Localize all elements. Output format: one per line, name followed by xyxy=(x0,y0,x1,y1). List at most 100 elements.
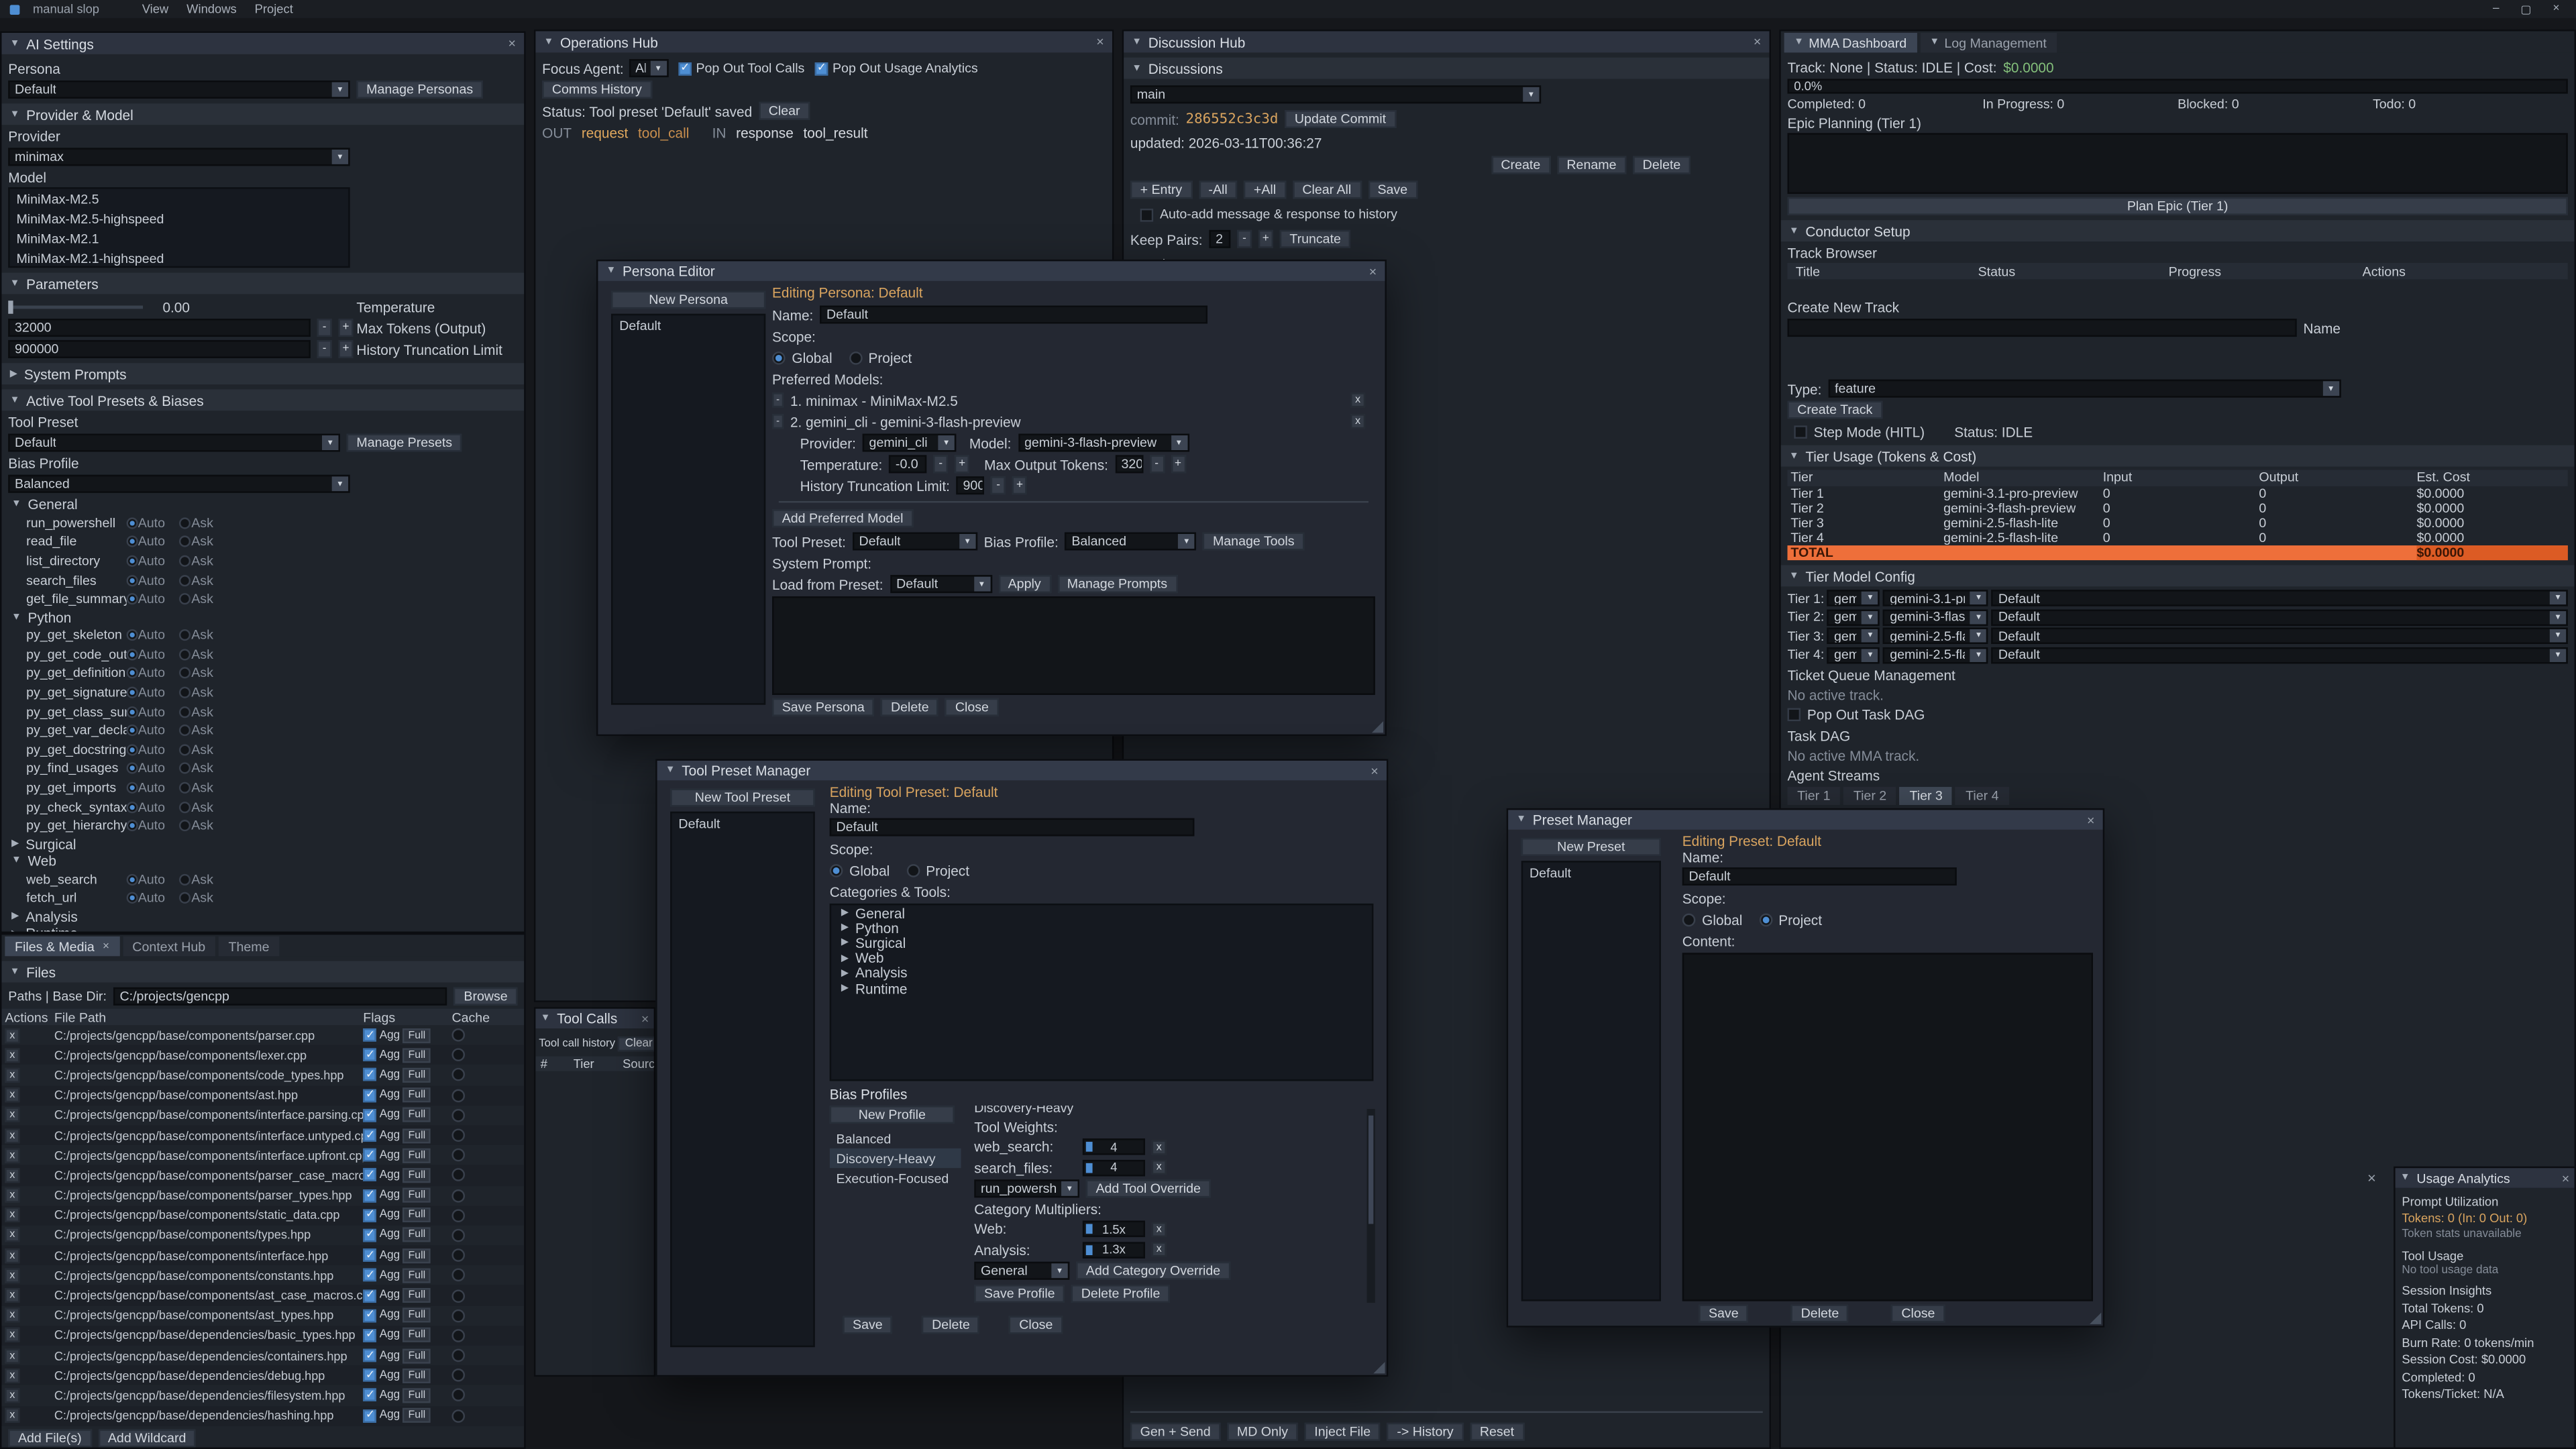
preset-manager-titlebar[interactable]: ▼ Preset Manager × xyxy=(1508,810,2103,829)
cache-toggle[interactable] xyxy=(451,1389,465,1403)
focus-agent-select[interactable]: All ▾ xyxy=(629,59,668,77)
delete-persona-button[interactable]: Delete xyxy=(881,698,938,716)
tool-group-web[interactable]: ▼Web xyxy=(1,853,524,870)
cache-toggle[interactable] xyxy=(451,1028,465,1042)
category-python[interactable]: ▶Python xyxy=(831,920,1372,936)
close-icon[interactable]: × xyxy=(508,36,516,51)
remove-override-button[interactable]: x xyxy=(1152,1160,1167,1175)
tier-provider-select[interactable]: gemini▾ xyxy=(1827,628,1880,644)
stream-tab-tier-1[interactable]: Tier 1 xyxy=(1787,786,1840,804)
create-discussion-button[interactable]: Create xyxy=(1491,156,1550,174)
remove-file-button[interactable]: x xyxy=(5,1048,19,1063)
pref-model-select[interactable]: gemini-3-flash-preview ▾ xyxy=(1018,434,1189,452)
discussion-hub-titlebar[interactable]: ▼ Discussion Hub × xyxy=(1124,32,1769,53)
auto-radio[interactable] xyxy=(127,706,138,717)
remove-file-button[interactable]: x xyxy=(5,1128,19,1142)
tier-provider-select[interactable]: gemini▾ xyxy=(1827,647,1880,663)
full-flag-button[interactable]: Full xyxy=(403,1168,430,1183)
ask-radio[interactable] xyxy=(180,820,191,832)
increment-button[interactable]: + xyxy=(338,340,353,358)
files-header[interactable]: ▼ Files xyxy=(1,961,524,983)
tier-model-select[interactable]: gemini-2.5-flash-lite▾ xyxy=(1883,647,1988,663)
increment-button[interactable]: + xyxy=(1171,455,1185,473)
decrement-button[interactable]: - xyxy=(1149,455,1164,473)
close-dialog-button[interactable]: Close xyxy=(1010,1316,1063,1334)
conductor-setup-header[interactable]: ▼ Conductor Setup xyxy=(1781,220,2575,241)
full-flag-button[interactable]: Full xyxy=(403,1048,430,1063)
override-slider[interactable]: 4 xyxy=(1083,1159,1145,1175)
apply-button[interactable]: Apply xyxy=(998,575,1051,593)
agg-checkbox[interactable] xyxy=(363,1229,376,1242)
delete-profile-button[interactable]: Delete Profile xyxy=(1071,1285,1170,1303)
remove-file-button[interactable]: x xyxy=(5,1208,19,1223)
auto-radio[interactable] xyxy=(127,594,138,605)
close-icon[interactable]: × xyxy=(1369,264,1377,278)
save-button[interactable]: Save xyxy=(1699,1304,1748,1322)
cache-toggle[interactable] xyxy=(451,1109,465,1122)
menu-windows[interactable]: Windows xyxy=(186,1,237,16)
new-preset-button[interactable]: New Preset xyxy=(1521,838,1661,856)
detached-window-close-icon[interactable]: × xyxy=(2367,1170,2376,1186)
tool-group-python[interactable]: ▼Python xyxy=(1,608,524,626)
remove-file-button[interactable]: x xyxy=(5,1088,19,1103)
remove-file-button[interactable]: x xyxy=(5,1268,19,1283)
full-flag-button[interactable]: Full xyxy=(403,1248,430,1263)
ask-radio[interactable] xyxy=(180,594,191,605)
model-option[interactable]: MiniMax-M2.5 xyxy=(10,189,348,209)
new-persona-button[interactable]: New Persona xyxy=(611,290,765,309)
auto-radio[interactable] xyxy=(127,667,138,679)
stream-tab-tier-4[interactable]: Tier 4 xyxy=(1955,786,2008,804)
agg-checkbox[interactable] xyxy=(363,1289,376,1302)
tier-preset-select[interactable]: Default▾ xyxy=(1992,647,2568,663)
delete-button[interactable]: Delete xyxy=(1791,1304,1849,1322)
auto-add-checkbox[interactable] xyxy=(1140,208,1154,221)
minus-all-button[interactable]: -All xyxy=(1199,180,1238,199)
system-prompts-header[interactable]: ▶ System Prompts xyxy=(1,363,524,384)
persona-name-input[interactable]: Default xyxy=(820,306,1208,324)
history-limit-input[interactable]: 900000 xyxy=(957,476,985,494)
full-flag-button[interactable]: Full xyxy=(403,1088,430,1103)
add-files-button[interactable]: Add File(s) xyxy=(8,1430,91,1448)
footer--history-button[interactable]: -> History xyxy=(1387,1423,1464,1441)
auto-radio[interactable] xyxy=(127,725,138,737)
auto-radio[interactable] xyxy=(127,574,138,586)
cache-toggle[interactable] xyxy=(451,1148,465,1162)
remove-file-button[interactable]: x xyxy=(5,1168,19,1183)
footer-inject-file-button[interactable]: Inject File xyxy=(1305,1423,1381,1441)
browse-button[interactable]: Browse xyxy=(454,987,518,1005)
manage-prompts-button[interactable]: Manage Prompts xyxy=(1057,575,1177,593)
decrement-button[interactable]: - xyxy=(317,319,332,337)
system-prompt-textarea[interactable] xyxy=(772,596,1375,695)
footer-gen-send-button[interactable]: Gen + Send xyxy=(1130,1423,1221,1441)
truncate-button[interactable]: Truncate xyxy=(1280,230,1351,248)
usage-analytics-titlebar[interactable]: ▼ Usage Analytics × xyxy=(2396,1168,2575,1187)
delete-button[interactable]: Delete xyxy=(922,1316,979,1334)
temperature-input[interactable]: -0.0 xyxy=(889,455,926,473)
discussion-select[interactable]: main ▾ xyxy=(1130,85,1541,103)
agg-checkbox[interactable] xyxy=(363,1109,376,1122)
plus-all-button[interactable]: +All xyxy=(1244,180,1286,199)
tool-preset-item[interactable]: Default xyxy=(672,813,814,833)
remove-file-button[interactable]: x xyxy=(5,1348,19,1363)
tool-preset-select[interactable]: Default ▾ xyxy=(8,434,340,452)
tool-preset-titlebar[interactable]: ▼ Tool Preset Manager × xyxy=(657,761,1387,780)
save-discussion-button[interactable]: Save xyxy=(1368,180,1417,199)
collapse-icon[interactable]: ▼ xyxy=(544,37,554,47)
close-icon[interactable]: × xyxy=(2087,812,2094,827)
new-tool-preset-button[interactable]: New Tool Preset xyxy=(670,789,815,807)
add-category-override-button[interactable]: Add Category Override xyxy=(1076,1262,1230,1280)
full-flag-button[interactable]: Full xyxy=(403,1348,430,1363)
bias-profile-select[interactable]: Balanced ▾ xyxy=(1065,532,1197,550)
full-flag-button[interactable]: Full xyxy=(403,1128,430,1142)
agg-checkbox[interactable] xyxy=(363,1129,376,1142)
ask-radio[interactable] xyxy=(180,517,191,529)
tab-theme[interactable]: Theme xyxy=(219,936,279,956)
remove-file-button[interactable]: x xyxy=(5,1228,19,1243)
model-option[interactable]: MiniMax-M2.1 xyxy=(10,228,348,248)
full-flag-button[interactable]: Full xyxy=(403,1388,430,1403)
operations-hub-titlebar[interactable]: ▼ Operations Hub × xyxy=(535,32,1112,53)
cache-toggle[interactable] xyxy=(451,1269,465,1282)
ask-radio[interactable] xyxy=(180,782,191,794)
agg-checkbox[interactable] xyxy=(363,1349,376,1362)
agg-checkbox[interactable] xyxy=(363,1028,376,1042)
